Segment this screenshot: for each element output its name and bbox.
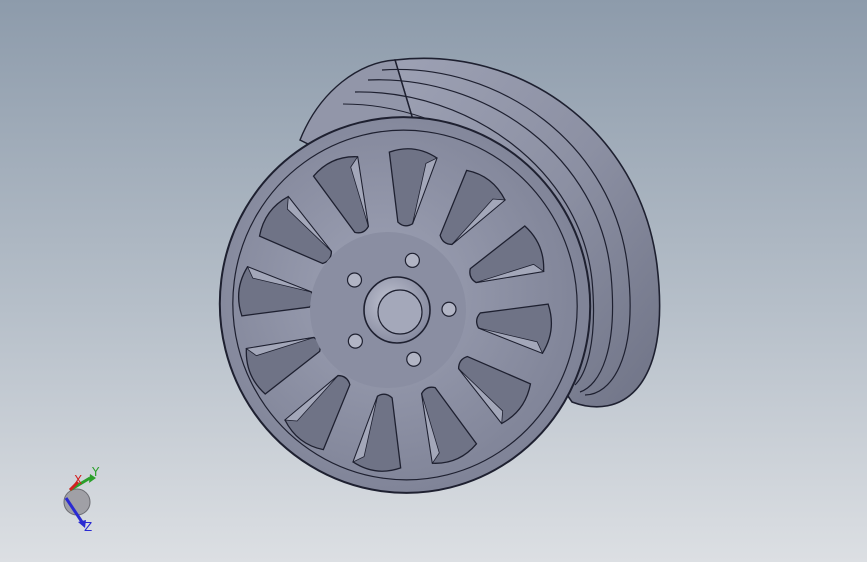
wheel-hub bbox=[310, 232, 466, 388]
view-triad: X Y Z bbox=[52, 462, 112, 542]
wheel-model[interactable] bbox=[0, 0, 867, 562]
lug-hole[interactable] bbox=[406, 351, 422, 367]
triad-z-label: Z bbox=[84, 520, 93, 534]
triad-y-label: Y bbox=[92, 465, 100, 479]
lug-hole[interactable] bbox=[404, 252, 420, 268]
lug-hole[interactable] bbox=[346, 272, 363, 288]
graphics-viewport[interactable]: X Y Z bbox=[0, 0, 867, 562]
triad-x-label: X bbox=[74, 473, 83, 487]
lug-hole[interactable] bbox=[347, 333, 363, 349]
lug-hole[interactable] bbox=[441, 301, 457, 317]
